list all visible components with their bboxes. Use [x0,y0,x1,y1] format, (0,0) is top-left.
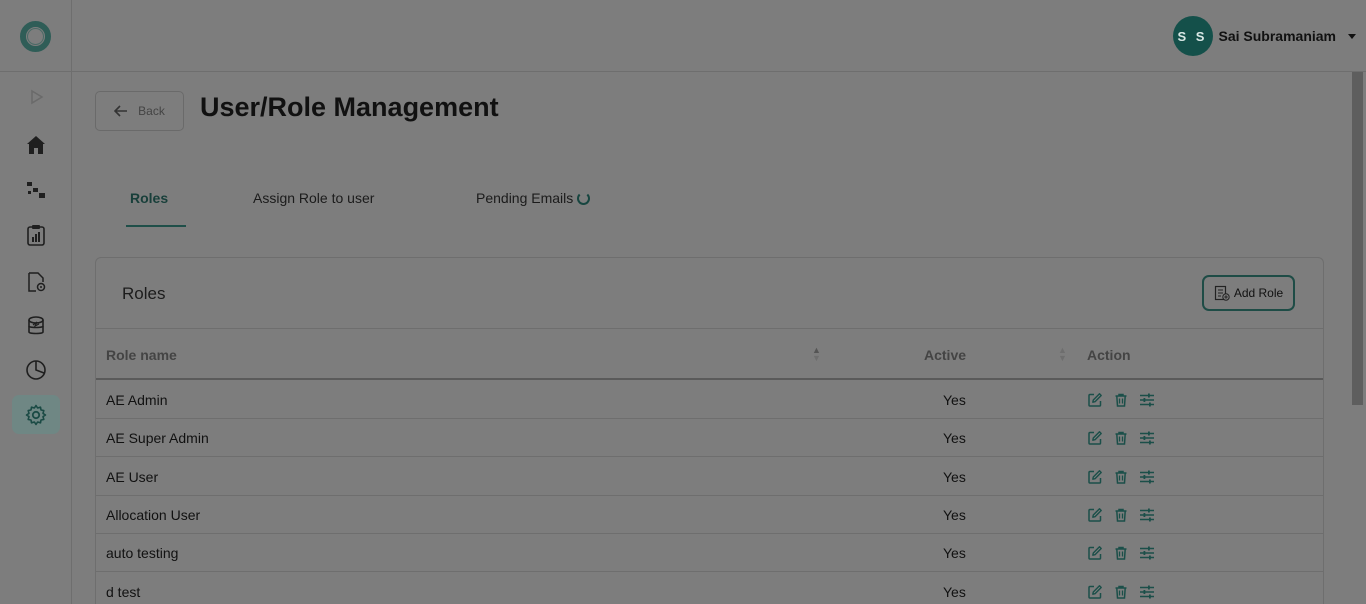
permissions-sliders-icon[interactable] [1139,545,1155,561]
roles-card: Roles Add Role Role name ▲ ▼ Active ▲ ▼ … [95,257,1324,604]
role-name-cell: AE User [106,468,159,485]
report-icon[interactable] [22,221,50,249]
column-header-role-name[interactable]: Role name [106,347,177,363]
chevron-down-icon[interactable] [1348,33,1356,39]
delete-icon[interactable] [1113,507,1129,523]
sort-desc-icon[interactable]: ▼ [812,353,821,363]
top-bar [0,0,1366,72]
row-actions [1087,584,1155,600]
table-header: Role name ▲ ▼ Active ▲ ▼ Action [96,329,1323,380]
active-tab-indicator [126,225,186,227]
row-actions [1087,469,1155,485]
table-row: AE Super Admin Yes [96,419,1323,458]
permissions-sliders-icon[interactable] [1139,469,1155,485]
workflow-icon[interactable] [22,176,50,204]
back-button-label: Back [138,104,165,118]
tab-roles[interactable]: Roles [130,190,168,206]
active-cell: Yes [943,430,966,447]
delete-icon[interactable] [1113,545,1129,561]
page-title: User/Role Management [200,92,499,122]
table-row: AE Admin Yes [96,381,1323,419]
delete-icon[interactable] [1113,469,1129,485]
column-header-active[interactable]: Active [924,347,966,363]
row-actions [1087,430,1155,446]
settings-icon[interactable] [22,401,50,429]
add-role-label: Add Role [1233,286,1284,300]
permissions-sliders-icon[interactable] [1139,507,1155,523]
card-title: Roles [122,284,166,303]
delete-icon[interactable] [1113,584,1129,600]
active-cell: Yes [943,392,966,408]
role-name-cell: AE Super Admin [106,430,209,447]
edit-icon[interactable] [1087,469,1103,485]
active-cell: Yes [943,468,966,485]
row-actions [1087,545,1155,561]
delete-icon[interactable] [1113,392,1129,408]
edit-icon[interactable] [1087,584,1103,600]
back-button[interactable]: Back [95,91,184,131]
column-header-action: Action [1087,347,1131,363]
avatar[interactable]: S S [1172,16,1213,56]
active-cell: Yes [943,545,966,562]
app-logo[interactable] [20,21,51,52]
database-icon[interactable] [22,312,50,340]
table-row: AE User Yes [96,458,1323,496]
permissions-sliders-icon[interactable] [1139,392,1155,408]
table-row: d test Yes [96,573,1323,604]
tab-assign-role-label: Assign Role to user [253,190,375,206]
arrow-left-icon [114,105,128,117]
role-name-cell: AE Admin [106,392,168,408]
row-actions [1087,392,1155,408]
tab-pending-emails[interactable]: Pending Emails [476,190,591,206]
logo-area [0,0,72,72]
scrollbar-thumb[interactable] [1352,72,1363,405]
edit-icon[interactable] [1087,392,1103,408]
edit-icon[interactable] [1087,545,1103,561]
pie-chart-icon[interactable] [22,356,50,384]
add-role-button[interactable]: Add Role [1202,275,1295,311]
permissions-sliders-icon[interactable] [1139,430,1155,446]
sort-desc-icon[interactable]: ▼ [1058,353,1067,363]
role-name-cell: d test [106,583,141,600]
user-menu[interactable]: S S Sai Subramaniam [1172,16,1356,56]
table-row: Allocation User Yes [96,496,1323,534]
active-cell: Yes [943,583,966,600]
document-settings-icon[interactable] [22,268,50,296]
add-document-icon [1214,285,1230,301]
table-row: auto testing Yes [96,534,1323,573]
user-name[interactable]: Sai Subramaniam [1219,28,1337,44]
delete-icon[interactable] [1113,430,1129,446]
tab-roles-label: Roles [130,190,169,206]
tab-pending-emails-label: Pending Emails [476,190,574,206]
role-name-cell: Allocation User [106,506,201,523]
sidebar [0,72,72,604]
edit-icon[interactable] [1087,430,1103,446]
tab-assign-role[interactable]: Assign Role to user [253,190,374,206]
edit-icon[interactable] [1087,507,1103,523]
row-actions [1087,507,1155,523]
role-name-cell: auto testing [106,545,179,562]
permissions-sliders-icon[interactable] [1139,584,1155,600]
loading-spinner-icon [577,192,591,205]
expand-icon[interactable] [22,83,50,111]
active-cell: Yes [943,506,966,523]
home-icon[interactable] [22,131,50,159]
